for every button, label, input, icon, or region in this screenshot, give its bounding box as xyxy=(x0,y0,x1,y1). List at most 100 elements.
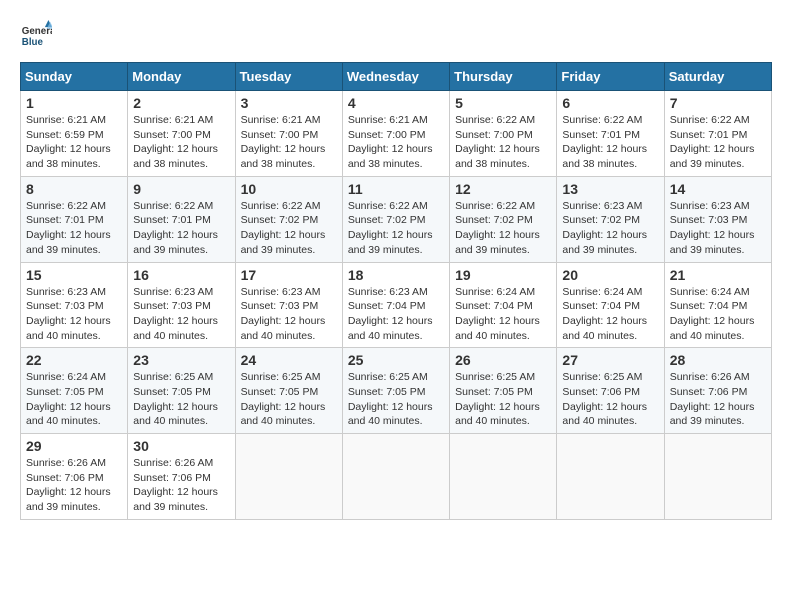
day-cell-26: 26 Sunrise: 6:25 AM Sunset: 7:05 PM Dayli… xyxy=(450,348,557,434)
day-info-14: Sunrise: 6:23 AM Sunset: 7:03 PM Dayligh… xyxy=(670,199,766,258)
day-info-8: Sunrise: 6:22 AM Sunset: 7:01 PM Dayligh… xyxy=(26,199,122,258)
day-number-3: 3 xyxy=(241,95,337,111)
day-number-30: 30 xyxy=(133,438,229,454)
day-cell-16: 16Sunrise: 6:23 AM Sunset: 7:03 PM Dayli… xyxy=(128,262,235,348)
day-number-24: 24 xyxy=(241,352,337,368)
day-info-1: Sunrise: 6:21 AM Sunset: 6:59 PM Dayligh… xyxy=(26,113,122,172)
day-cell-6: 6 Sunrise: 6:22 AM Sunset: 7:01 PM Daylig… xyxy=(557,91,664,177)
empty-cell xyxy=(450,434,557,520)
day-number-14: 14 xyxy=(670,181,766,197)
day-info-28: Sunrise: 6:26 AM Sunset: 7:06 PM Dayligh… xyxy=(670,370,766,429)
day-number-8: 8 xyxy=(26,181,122,197)
day-cell-29: 29 Sunrise: 6:26 AM Sunset: 7:06 PM Dayli… xyxy=(21,434,128,520)
logo-icon: General Blue xyxy=(20,20,52,52)
day-cell-19: 19 Sunrise: 6:24 AM Sunset: 7:04 PM Dayli… xyxy=(450,262,557,348)
day-number-13: 13 xyxy=(562,181,658,197)
day-number-9: 9 xyxy=(133,181,229,197)
weekday-header-saturday: Saturday xyxy=(664,63,771,91)
weekday-header-wednesday: Wednesday xyxy=(342,63,449,91)
day-number-15: 15 xyxy=(26,267,122,283)
day-cell-20: 20 Sunrise: 6:24 AM Sunset: 7:04 PM Dayli… xyxy=(557,262,664,348)
day-cell-17: 17 Sunrise: 6:23 AM Sunset: 7:03 PM Dayli… xyxy=(235,262,342,348)
day-info-4: Sunrise: 6:21 AM Sunset: 7:00 PM Dayligh… xyxy=(348,113,444,172)
day-number-27: 27 xyxy=(562,352,658,368)
week-row-2: 8 Sunrise: 6:22 AM Sunset: 7:01 PM Daylig… xyxy=(21,176,772,262)
day-info-10: Sunrise: 6:22 AM Sunset: 7:02 PM Dayligh… xyxy=(241,199,337,258)
day-info-20: Sunrise: 6:24 AM Sunset: 7:04 PM Dayligh… xyxy=(562,285,658,344)
day-number-5: 5 xyxy=(455,95,551,111)
day-info-19: Sunrise: 6:24 AM Sunset: 7:04 PM Dayligh… xyxy=(455,285,551,344)
day-info-29: Sunrise: 6:26 AM Sunset: 7:06 PM Dayligh… xyxy=(26,456,122,515)
day-info-21: Sunrise: 6:24 AM Sunset: 7:04 PM Dayligh… xyxy=(670,285,766,344)
day-number-1: 1 xyxy=(26,95,122,111)
day-info-17: Sunrise: 6:23 AM Sunset: 7:03 PM Dayligh… xyxy=(241,285,337,344)
day-cell-12: 12 Sunrise: 6:22 AM Sunset: 7:02 PM Dayli… xyxy=(450,176,557,262)
day-info-2: Sunrise: 6:21 AM Sunset: 7:00 PM Dayligh… xyxy=(133,113,229,172)
day-cell-11: 11 Sunrise: 6:22 AM Sunset: 7:02 PM Dayli… xyxy=(342,176,449,262)
day-number-26: 26 xyxy=(455,352,551,368)
day-cell-25: 25 Sunrise: 6:25 AM Sunset: 7:05 PM Dayli… xyxy=(342,348,449,434)
day-cell-15: 15 Sunrise: 6:23 AM Sunset: 7:03 PM Dayli… xyxy=(21,262,128,348)
day-number-4: 4 xyxy=(348,95,444,111)
day-number-19: 19 xyxy=(455,267,551,283)
day-cell-24: 24 Sunrise: 6:25 AM Sunset: 7:05 PM Dayli… xyxy=(235,348,342,434)
day-number-22: 22 xyxy=(26,352,122,368)
day-cell-30: 30 Sunrise: 6:26 AM Sunset: 7:06 PM Dayli… xyxy=(128,434,235,520)
day-cell-9: 9 Sunrise: 6:22 AM Sunset: 7:01 PM Daylig… xyxy=(128,176,235,262)
week-row-3: 15 Sunrise: 6:23 AM Sunset: 7:03 PM Dayli… xyxy=(21,262,772,348)
day-info-26: Sunrise: 6:25 AM Sunset: 7:05 PM Dayligh… xyxy=(455,370,551,429)
weekday-header-sunday: Sunday xyxy=(21,63,128,91)
day-cell-10: 10Sunrise: 6:22 AM Sunset: 7:02 PM Dayli… xyxy=(235,176,342,262)
day-cell-27: 27Sunrise: 6:25 AM Sunset: 7:06 PM Dayli… xyxy=(557,348,664,434)
day-cell-7: 7 Sunrise: 6:22 AM Sunset: 7:01 PM Daylig… xyxy=(664,91,771,177)
weekday-header-monday: Monday xyxy=(128,63,235,91)
empty-cell xyxy=(664,434,771,520)
day-info-25: Sunrise: 6:25 AM Sunset: 7:05 PM Dayligh… xyxy=(348,370,444,429)
day-number-25: 25 xyxy=(348,352,444,368)
day-number-11: 11 xyxy=(348,181,444,197)
day-number-7: 7 xyxy=(670,95,766,111)
logo: General Blue xyxy=(20,20,56,52)
weekday-header-tuesday: Tuesday xyxy=(235,63,342,91)
day-info-11: Sunrise: 6:22 AM Sunset: 7:02 PM Dayligh… xyxy=(348,199,444,258)
empty-cell xyxy=(557,434,664,520)
weekday-header-thursday: Thursday xyxy=(450,63,557,91)
empty-cell xyxy=(235,434,342,520)
week-row-4: 22Sunrise: 6:24 AM Sunset: 7:05 PM Dayli… xyxy=(21,348,772,434)
day-info-23: Sunrise: 6:25 AM Sunset: 7:05 PM Dayligh… xyxy=(133,370,229,429)
day-info-7: Sunrise: 6:22 AM Sunset: 7:01 PM Dayligh… xyxy=(670,113,766,172)
day-info-24: Sunrise: 6:25 AM Sunset: 7:05 PM Dayligh… xyxy=(241,370,337,429)
day-cell-13: 13 Sunrise: 6:23 AM Sunset: 7:02 PM Dayli… xyxy=(557,176,664,262)
day-info-15: Sunrise: 6:23 AM Sunset: 7:03 PM Dayligh… xyxy=(26,285,122,344)
weekday-header-friday: Friday xyxy=(557,63,664,91)
day-info-12: Sunrise: 6:22 AM Sunset: 7:02 PM Dayligh… xyxy=(455,199,551,258)
day-number-23: 23 xyxy=(133,352,229,368)
day-cell-22: 22Sunrise: 6:24 AM Sunset: 7:05 PM Dayli… xyxy=(21,348,128,434)
week-row-5: 29 Sunrise: 6:26 AM Sunset: 7:06 PM Dayli… xyxy=(21,434,772,520)
day-cell-1: 1 Sunrise: 6:21 AM Sunset: 6:59 PM Daylig… xyxy=(21,91,128,177)
day-number-20: 20 xyxy=(562,267,658,283)
day-info-18: Sunrise: 6:23 AM Sunset: 7:04 PM Dayligh… xyxy=(348,285,444,344)
day-cell-23: 23 Sunrise: 6:25 AM Sunset: 7:05 PM Dayli… xyxy=(128,348,235,434)
day-number-29: 29 xyxy=(26,438,122,454)
day-info-13: Sunrise: 6:23 AM Sunset: 7:02 PM Dayligh… xyxy=(562,199,658,258)
day-cell-3: 3 Sunrise: 6:21 AM Sunset: 7:00 PM Daylig… xyxy=(235,91,342,177)
weekday-header-row: SundayMondayTuesdayWednesdayThursdayFrid… xyxy=(21,63,772,91)
day-number-2: 2 xyxy=(133,95,229,111)
day-cell-8: 8 Sunrise: 6:22 AM Sunset: 7:01 PM Daylig… xyxy=(21,176,128,262)
svg-text:Blue: Blue xyxy=(22,37,44,48)
day-info-6: Sunrise: 6:22 AM Sunset: 7:01 PM Dayligh… xyxy=(562,113,658,172)
day-cell-18: 18 Sunrise: 6:23 AM Sunset: 7:04 PM Dayli… xyxy=(342,262,449,348)
empty-cell xyxy=(342,434,449,520)
day-cell-2: 2 Sunrise: 6:21 AM Sunset: 7:00 PM Daylig… xyxy=(128,91,235,177)
week-row-1: 1 Sunrise: 6:21 AM Sunset: 6:59 PM Daylig… xyxy=(21,91,772,177)
day-info-9: Sunrise: 6:22 AM Sunset: 7:01 PM Dayligh… xyxy=(133,199,229,258)
day-number-17: 17 xyxy=(241,267,337,283)
day-number-18: 18 xyxy=(348,267,444,283)
day-cell-14: 14 Sunrise: 6:23 AM Sunset: 7:03 PM Dayli… xyxy=(664,176,771,262)
day-number-12: 12 xyxy=(455,181,551,197)
day-info-30: Sunrise: 6:26 AM Sunset: 7:06 PM Dayligh… xyxy=(133,456,229,515)
day-number-6: 6 xyxy=(562,95,658,111)
day-info-3: Sunrise: 6:21 AM Sunset: 7:00 PM Dayligh… xyxy=(241,113,337,172)
day-cell-28: 28Sunrise: 6:26 AM Sunset: 7:06 PM Dayli… xyxy=(664,348,771,434)
